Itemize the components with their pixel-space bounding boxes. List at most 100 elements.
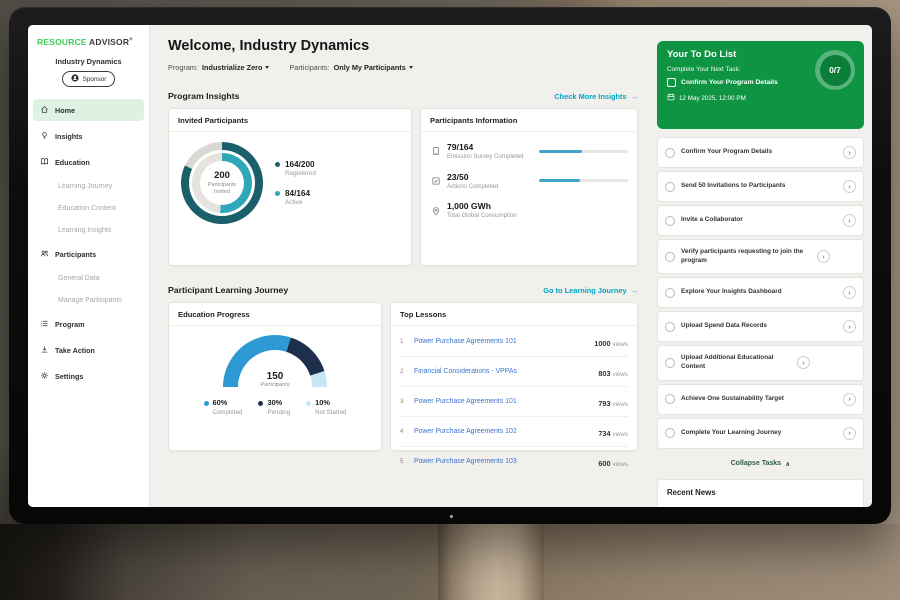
task-checkbox[interactable] [665,148,675,158]
gauge-center-label: Participants [223,382,327,387]
main-content: Welcome, Industry Dynamics Program: Indu… [150,25,650,507]
chevron-right-icon[interactable]: › [797,356,810,369]
legend-item-completed: 60% Completed [204,398,243,416]
program-insights-header: Program Insights Check More Insights → [168,91,638,101]
chevron-right-icon[interactable]: › [843,180,856,193]
consumption-icon [430,206,441,216]
sidebar: RESOURCE ADVISOR+ Industry Dynamics Spon… [28,25,150,507]
participants-filter-dropdown[interactable]: Only My Participants [334,63,413,72]
gauge-center-value: 150 [223,371,327,382]
sidebar-item-learning-insights[interactable]: Learning Insights [33,221,144,239]
sidebar-nav: Home Insights Education Learning Journey… [28,99,149,387]
lesson-row: 3 Power Purchase Agreements 101 793views [400,387,628,417]
stat-consumption: 1,000 GWh Total Global Consumption [430,201,628,220]
lesson-row: 5 Power Purchase Agreements 103 600views [400,447,628,476]
sidebar-item-settings[interactable]: Settings [33,365,144,387]
program-filter: Program: Industrialize Zero [168,63,269,72]
sidebar-item-program[interactable]: Program [33,313,144,335]
task-checkbox[interactable] [665,428,675,438]
sidebar-item-education[interactable]: Education [33,151,144,173]
sidebar-item-insights[interactable]: Insights [33,125,144,147]
todo-task[interactable]: Upload Spend Data Records › [657,311,864,342]
program-filter-dropdown[interactable]: Industrialize Zero [202,63,269,72]
info-card-title: Participants Information [421,109,637,132]
task-checkbox[interactable] [665,216,675,226]
learning-journey-title: Participant Learning Journey [168,285,288,295]
lesson-link[interactable]: Power Purchase Agreements 101 [414,398,591,405]
chevron-right-icon[interactable]: › [843,320,856,333]
task-checkbox[interactable] [665,358,675,368]
todo-task[interactable]: Achieve One Sustainability Target › [657,384,864,415]
sidebar-item-education-content[interactable]: Education Content [33,199,144,217]
emission-progress-bar [539,150,628,153]
sidebar-item-participants[interactable]: Participants [33,243,144,265]
invited-participants-card: Invited Participants 200 Participants In… [168,108,412,266]
go-to-learning-journey-link[interactable]: Go to Learning Journey → [543,286,638,295]
sidebar-item-label: Insights [55,132,83,141]
sidebar-item-manage-participants[interactable]: Manage Participants [33,291,144,309]
donut-legend: 164/200 Registered 84/164 Active [275,160,316,206]
chevron-right-icon[interactable]: › [843,427,856,440]
lesson-link[interactable]: Power Purchase Agreements 102 [414,428,591,435]
logo-plus: + [129,37,133,43]
task-checkbox[interactable] [665,182,675,192]
sidebar-item-general-data[interactable]: General Data [33,269,144,287]
todo-task[interactable]: Upload Additional Educational Content › [657,345,864,380]
program-icon [40,319,49,330]
todo-due-date: 12 May 2025, 12:00 PM [667,93,854,103]
chevron-right-icon[interactable]: › [843,393,856,406]
donut-center-value: 200 [203,170,241,181]
program-insights-cards: Invited Participants 200 Participants In… [168,108,638,266]
chevron-right-icon[interactable]: › [843,286,856,299]
top-lessons-card: Top Lessons 1 Power Purchase Agreements … [390,302,638,451]
org-name: Industry Dynamics [28,57,149,66]
lesson-link[interactable]: Power Purchase Agreements 101 [414,338,587,345]
sidebar-item-take-action[interactable]: Take Action [33,339,144,361]
app-logo: RESOURCE ADVISOR+ [28,37,149,47]
todo-task[interactable]: Complete Your Learning Journey › [657,418,864,449]
participants-filter: Participants: Only My Participants [289,63,412,72]
sidebar-item-home[interactable]: Home [33,99,144,121]
education-gauge-chart: 150 Participants [223,335,327,387]
monitor-bezel: RESOURCE ADVISOR+ Industry Dynamics Spon… [9,7,891,524]
task-checkbox[interactable] [665,288,675,298]
chevron-right-icon[interactable]: › [817,250,830,263]
todo-task[interactable]: Invite a Collaborator › [657,205,864,236]
program-filter-label: Program: [168,63,198,72]
chevron-right-icon[interactable]: › [843,146,856,159]
todo-task[interactable]: Confirm Your Program Details › [657,137,864,168]
todo-task[interactable]: Send 50 Invitations to Participants › [657,171,864,202]
invited-card-title: Invited Participants [169,109,411,132]
arrow-right-icon: → [631,92,638,101]
lesson-link[interactable]: Financial Considerations - VPPAs [414,368,591,375]
participants-filter-label: Participants: [289,63,329,72]
task-checkbox[interactable] [665,252,675,262]
invited-donut-chart: 200 Participants Invited [181,142,263,224]
todo-task[interactable]: Explore Your Insights Dashboard › [657,277,864,308]
legend-dot [275,191,280,196]
chevron-right-icon[interactable]: › [843,214,856,227]
todo-task[interactable]: Verify participants requesting to join t… [657,239,864,274]
stat-actions: 23/50 Actions Completed [430,172,628,191]
chevron-down-icon [265,66,269,69]
lesson-row: 2 Financial Considerations - VPPAs 803vi… [400,357,628,387]
education-icon [40,157,49,168]
todo-progress-value: 0/7 [820,55,851,86]
logo-primary: RESOURCE [37,37,87,47]
sponsor-badge[interactable]: Sponsor [62,71,116,87]
lessons-list: 1 Power Purchase Agreements 101 1000view… [391,326,637,476]
sidebar-item-learning-journey[interactable]: Learning Journey [33,177,144,195]
education-card-title: Education Progress [169,303,381,326]
checkbox-icon[interactable] [667,78,676,87]
collapse-tasks-link[interactable]: Collapse Tasks ∧ [657,460,864,468]
todo-task-list: Confirm Your Program Details › Send 50 I… [657,137,864,452]
lesson-row: 4 Power Purchase Agreements 102 734views [400,417,628,447]
legend-dot [306,401,311,406]
task-checkbox[interactable] [665,322,675,332]
task-checkbox[interactable] [665,394,675,404]
lesson-link[interactable]: Power Purchase Agreements 103 [414,458,591,465]
check-more-insights-link[interactable]: Check More Insights → [554,92,638,101]
legend-item-pending: 30% Pending [258,398,290,416]
lesson-row: 1 Power Purchase Agreements 101 1000view… [400,327,628,357]
todo-summary-card: Your To Do List Complete Your Next Task:… [657,41,864,129]
